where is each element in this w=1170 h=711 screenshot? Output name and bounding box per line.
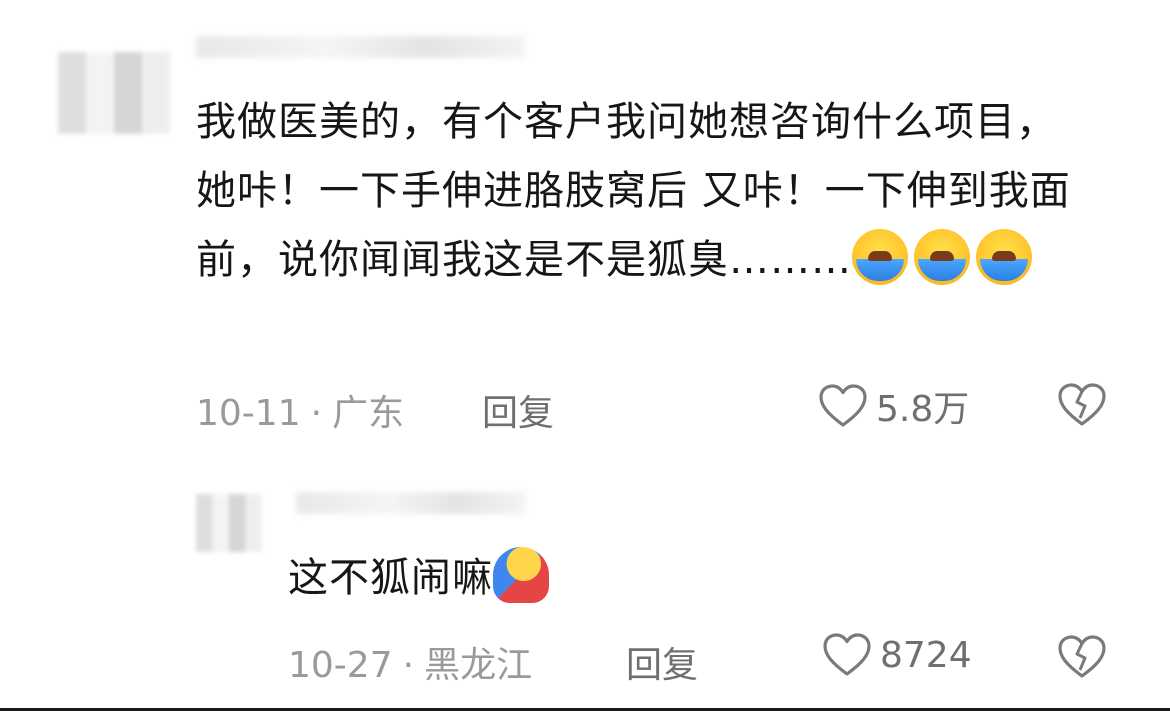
hugging-face-emoji-icon [493,547,549,603]
reply-location: 黑龙江 [424,645,533,686]
comment-meta: 10-11 · 广东 [196,384,404,436]
reply-dislike-button[interactable] [1056,634,1108,684]
crying-face-emoji-icon [914,229,970,285]
comment-date: 10-11 [196,393,301,434]
broken-heart-icon [1058,635,1106,678]
reply-like-count: 8724 [880,634,972,676]
crying-face-emoji-icon [852,229,908,285]
reply-meta: 10-27 · 黑龙江 [288,636,532,688]
heart-outline-icon [819,384,867,427]
reply-body: 这不狐闹嘛 [288,544,555,613]
crying-face-emoji-icon [976,229,1032,285]
commenter-username-blurred[interactable] [196,36,526,58]
meta-separator: · [402,645,415,686]
meta-separator: · [310,393,323,434]
replier-username-blurred[interactable] [296,492,526,514]
heart-outline-icon [823,633,871,676]
reply-to-reply-button[interactable]: 回复 [626,636,698,688]
replier-avatar[interactable] [196,494,262,552]
reply-text: 这不狐闹嘛 [288,555,493,601]
commenter-avatar[interactable] [58,52,170,134]
reply-like-button[interactable]: 8724 [822,632,972,678]
dislike-button[interactable] [1056,382,1108,432]
broken-heart-icon [1058,383,1106,426]
reply-date: 10-27 [288,645,393,686]
like-button[interactable]: 5.8万 [818,380,969,432]
reply-button[interactable]: 回复 [482,384,554,436]
comment-location: 广东 [332,393,405,434]
like-count: 5.8万 [876,389,970,430]
comment-body: 我做医美的，有个客户我问她想咨询什么项目，她咔！一下手伸进胳肢窝后 又咔！一下伸… [196,88,1086,295]
